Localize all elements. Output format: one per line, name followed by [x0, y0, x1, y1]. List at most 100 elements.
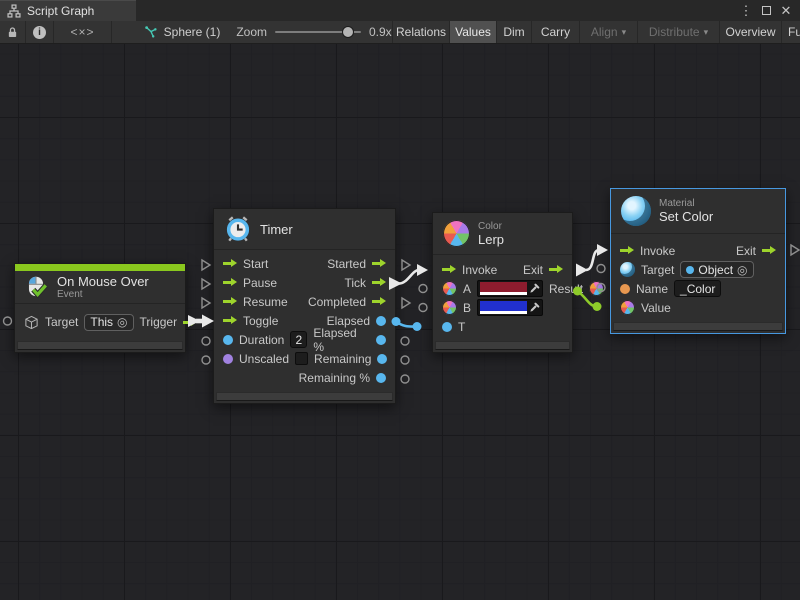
wire-exit-to-invoke[interactable] [576, 244, 608, 277]
value-input-icon[interactable] [223, 335, 233, 345]
tab-script-graph[interactable]: Script Graph [0, 0, 136, 21]
flow-input-icon[interactable] [223, 296, 237, 307]
color-port-icon[interactable] [442, 300, 457, 315]
port-label: Started [327, 257, 366, 271]
toolbar-button-distribute[interactable]: Distribute ▾ [638, 21, 720, 43]
port-label: Target [641, 263, 674, 277]
flow-output-icon[interactable] [762, 245, 776, 256]
value-output-icon[interactable] [377, 354, 387, 364]
toolbar-button-full-screen[interactable]: Full Screen [782, 21, 800, 43]
close-icon[interactable]: ✕ [778, 3, 794, 19]
value-input-icon[interactable] [620, 284, 630, 294]
flow-input-icon[interactable] [442, 264, 456, 275]
unscaled-checkbox[interactable] [295, 352, 308, 365]
toolbar-button-relations[interactable]: Relations [393, 21, 450, 43]
value-output-icon[interactable] [376, 316, 386, 326]
flow-input-icon[interactable] [223, 277, 237, 288]
mouse-over-event-icon [23, 274, 49, 300]
port-remaining-pct-output[interactable] [401, 375, 409, 383]
port-label: Elapsed % [313, 326, 370, 354]
trigger-port-label: Trigger [140, 315, 178, 329]
eyedropper-icon[interactable] [529, 283, 540, 294]
zoom-value: 0.9x [369, 25, 392, 39]
port-unscaled-input[interactable] [202, 356, 210, 364]
wire-elapsed-to-t[interactable] [392, 317, 422, 331]
color-output-icon[interactable] [589, 281, 604, 296]
toolbar-button-carry[interactable]: Carry [532, 21, 580, 43]
flow-input-icon[interactable] [620, 245, 634, 256]
value-output-icon[interactable] [376, 335, 386, 345]
duration-value-field[interactable]: 2 [290, 331, 307, 348]
port-start-input[interactable] [202, 260, 210, 270]
tab-title: Script Graph [27, 4, 94, 18]
node-footer [613, 322, 783, 331]
code-view-button[interactable]: <×> [54, 21, 112, 43]
kebab-menu-icon[interactable]: ⋮ [738, 3, 754, 19]
toolbar-button-dim[interactable]: Dim [497, 21, 532, 43]
target-object-field[interactable]: Object ◎ [680, 261, 753, 278]
node-category: Material [659, 198, 713, 209]
trigger-flow-output-icon[interactable] [183, 317, 197, 328]
port-label: Toggle [243, 314, 278, 328]
button-label: Overview [725, 25, 775, 39]
object-picker-icon: ◎ [117, 316, 127, 328]
timer-clock-icon [224, 215, 252, 243]
flow-input-icon[interactable] [223, 258, 237, 269]
maximize-icon[interactable] [758, 3, 774, 19]
value-input-icon[interactable] [223, 354, 233, 364]
info-button[interactable]: i [26, 21, 54, 43]
port-duration-input[interactable] [202, 337, 210, 345]
node-color-lerp[interactable]: Color Lerp Invoke Exit A [432, 212, 573, 353]
node-timer[interactable]: Timer Start Started Pause Tick [213, 208, 396, 404]
flow-output-icon[interactable] [372, 296, 386, 307]
name-value: _Color [680, 282, 715, 296]
port-label: Exit [736, 244, 756, 258]
eyedropper-icon[interactable] [529, 302, 540, 313]
port-b-input[interactable] [419, 304, 427, 312]
port-a-input[interactable] [419, 285, 427, 293]
flow-output-icon[interactable] [372, 277, 386, 288]
color-a-field[interactable] [477, 280, 543, 297]
node-on-mouse-over[interactable]: On Mouse Over Event Target This ◎ Trigge… [14, 263, 186, 353]
port-label: Start [243, 257, 268, 271]
toolbar-button-overview[interactable]: Overview [720, 21, 782, 43]
port-exit-output[interactable] [791, 245, 799, 255]
object-picker-icon: ◎ [737, 264, 747, 276]
port-completed-output[interactable] [402, 298, 410, 308]
port-remaining-output[interactable] [401, 356, 409, 364]
duration-value: 2 [296, 333, 303, 347]
graph-canvas[interactable]: On Mouse Over Event Target This ◎ Trigge… [0, 44, 800, 600]
zoom-slider[interactable] [275, 31, 361, 33]
graph-context-breadcrumb[interactable]: Sphere (1) [128, 21, 236, 43]
name-value-field[interactable]: _Color [674, 280, 721, 297]
target-this-field[interactable]: This ◎ [84, 314, 133, 331]
color-port-icon[interactable] [442, 281, 457, 296]
zoom-slider-handle[interactable] [342, 26, 354, 38]
dropdown-arrow-icon: ▾ [622, 27, 627, 38]
node-title: On Mouse Over [57, 274, 149, 289]
node-set-color[interactable]: Material Set Color Invoke Exit Target Ob… [610, 188, 786, 334]
port-pause-input[interactable] [202, 279, 210, 289]
flow-output-icon[interactable] [372, 258, 386, 269]
toolbar-spacer [112, 21, 128, 43]
value-output-icon[interactable] [376, 373, 386, 383]
flow-output-icon[interactable] [549, 264, 563, 275]
port-label: Value [641, 301, 671, 315]
titlebar: Script Graph ⋮ ✕ [0, 0, 800, 21]
flow-input-icon[interactable] [223, 315, 237, 326]
port-label: A [463, 282, 471, 296]
toolbar-button-align[interactable]: Align ▾ [580, 21, 638, 43]
port-started-output[interactable] [402, 260, 410, 270]
color-port-icon[interactable] [620, 300, 635, 315]
port-elapsed-pct-output[interactable] [401, 337, 409, 345]
toolbar-button-values[interactable]: Values [450, 21, 497, 43]
target-this-value: This [90, 315, 113, 329]
port-target-input[interactable] [597, 265, 605, 273]
lock-button[interactable] [0, 21, 26, 43]
port-resume-input[interactable] [202, 298, 210, 308]
value-input-icon[interactable] [442, 322, 452, 332]
material-port-icon[interactable] [620, 262, 635, 277]
port-target-input[interactable] [4, 317, 12, 325]
color-b-field[interactable] [477, 299, 543, 316]
button-label: Distribute [649, 25, 700, 39]
